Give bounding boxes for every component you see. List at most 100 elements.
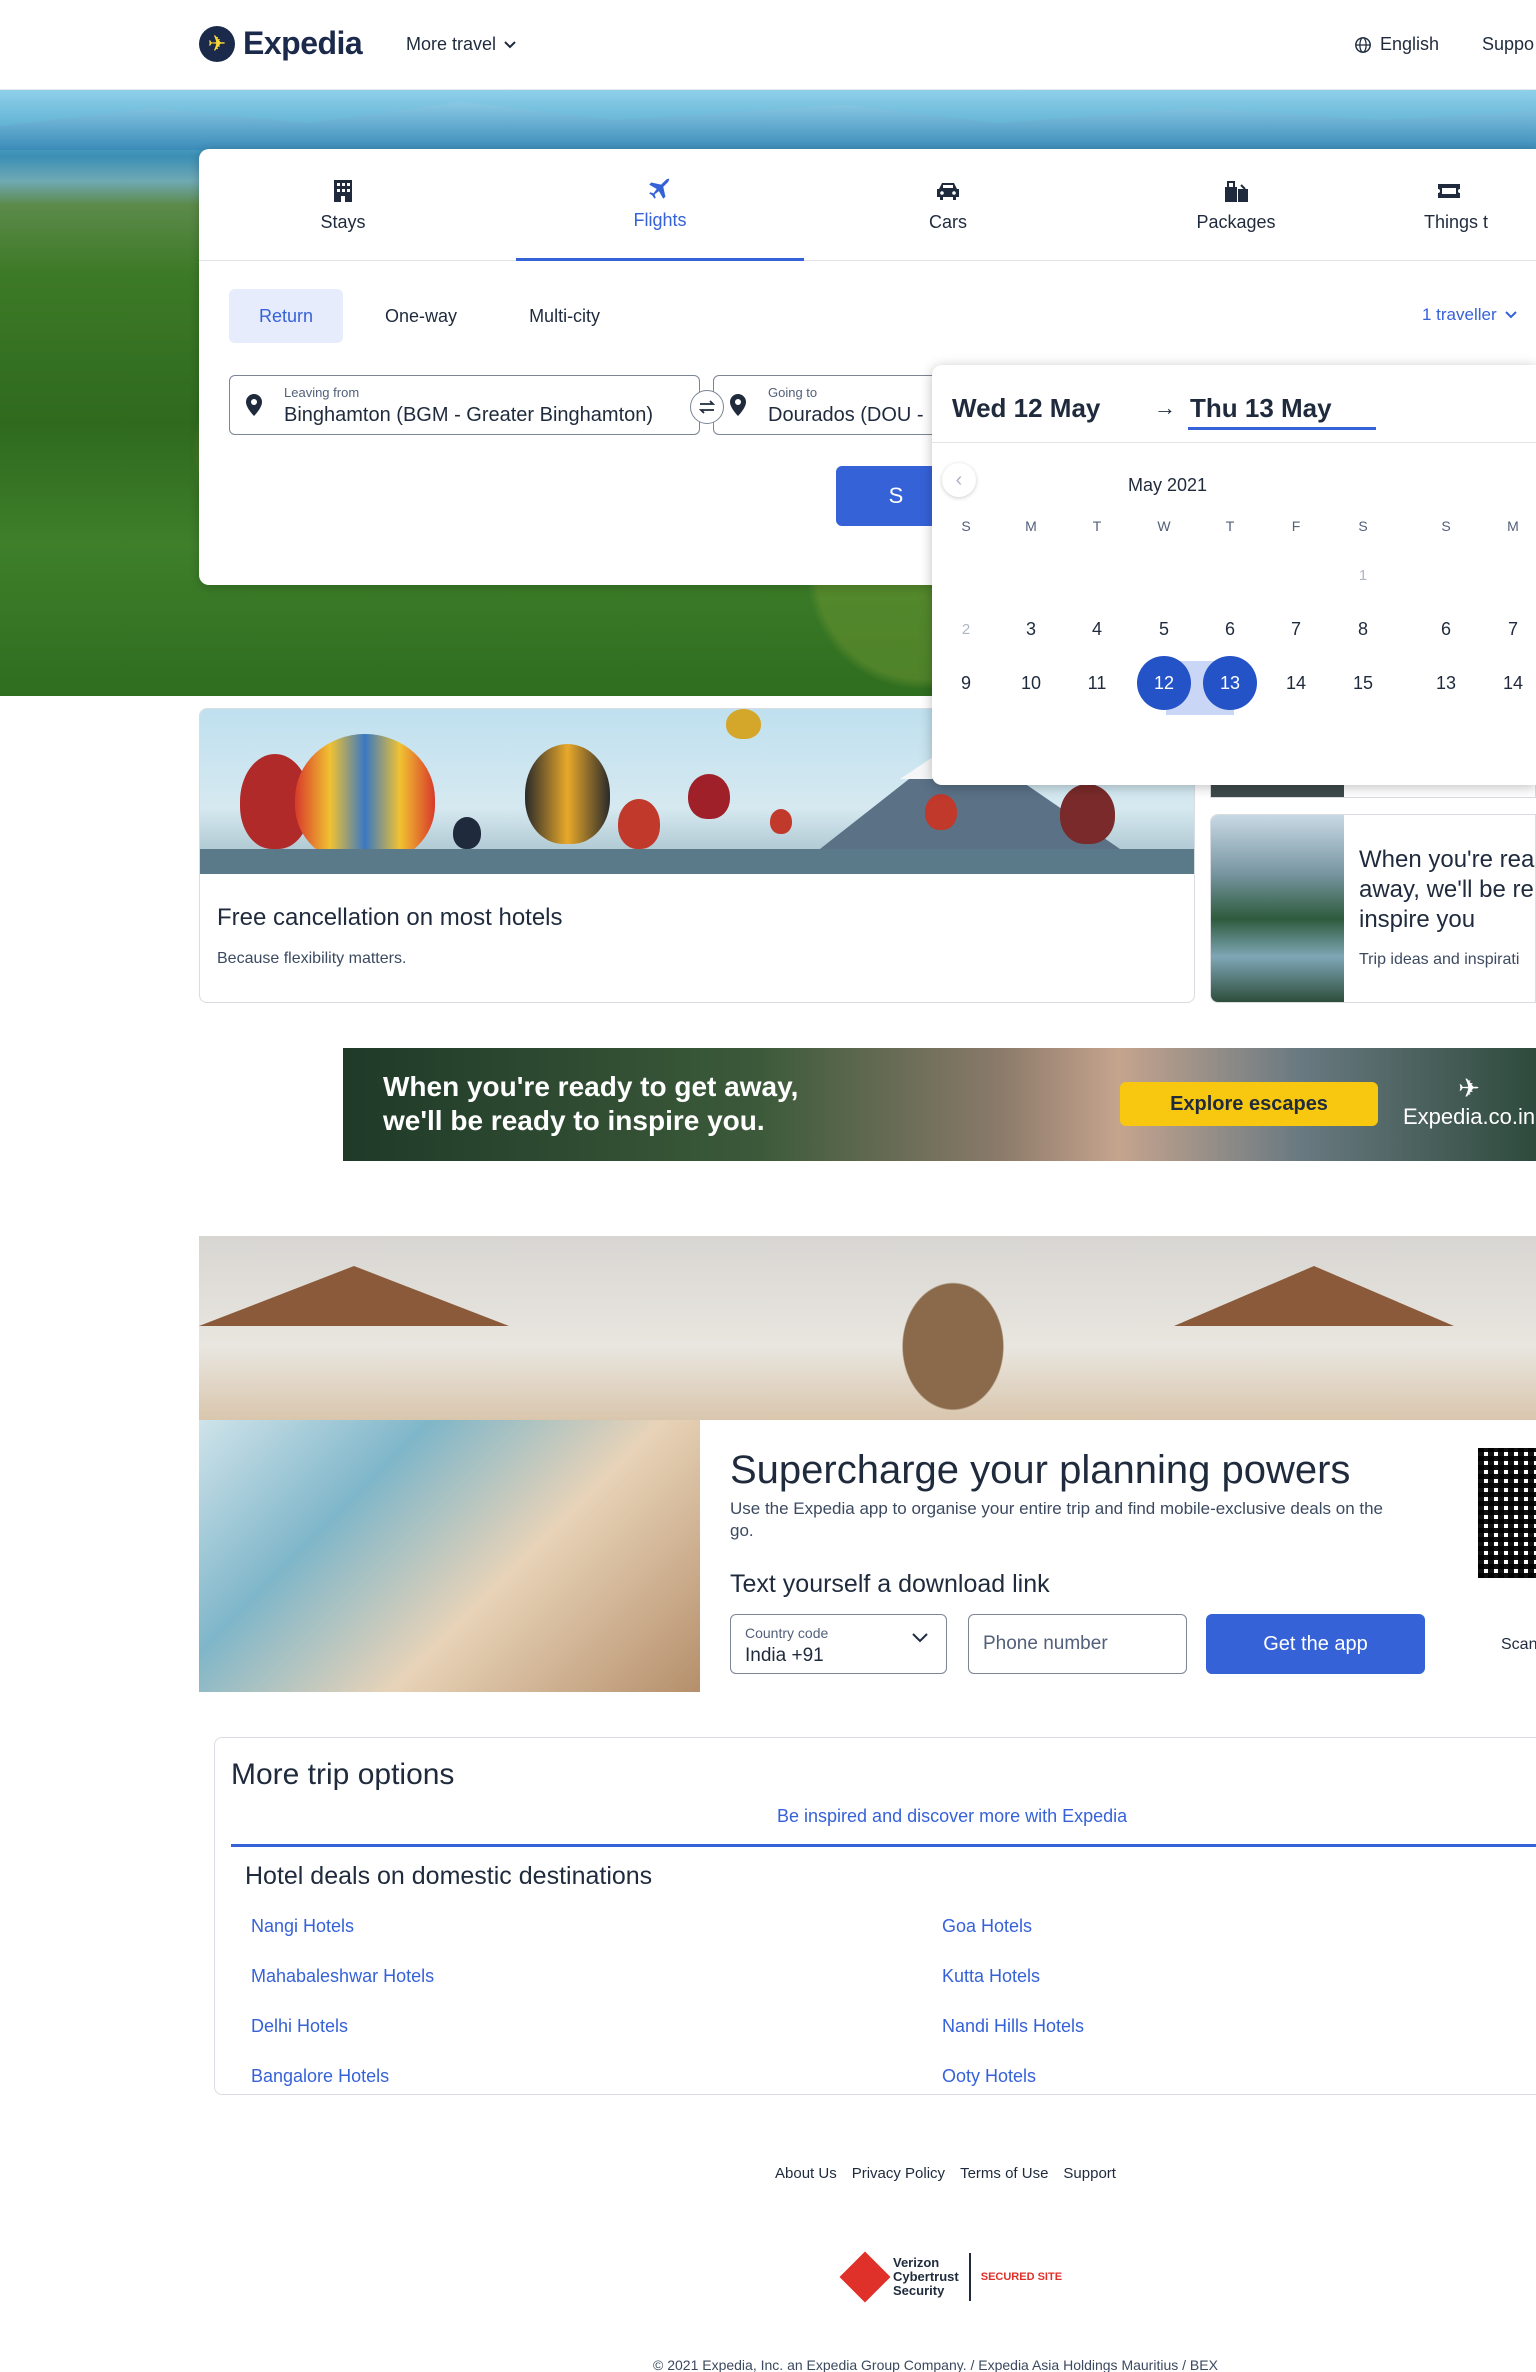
travel-type-tabs: Stays Flights Cars Packages Things t [199, 149, 1536, 261]
cybertrust-badge[interactable]: Verizon Cybertrust Security SECURED SITE [835, 2242, 1065, 2312]
hotel-link[interactable]: Bangalore Hotels [251, 2066, 389, 2087]
hotel-link[interactable]: Ooty Hotels [942, 2066, 1036, 2087]
calendar-day[interactable]: 6 [1419, 602, 1473, 656]
inspire-card-title: When you're rea away, we'll be re inspir… [1359, 845, 1535, 935]
inspire-card[interactable]: When you're rea away, we'll be re inspir… [1210, 814, 1536, 1003]
country-code-value: India +91 [745, 1645, 824, 1666]
footer-link-privacy[interactable]: Privacy Policy [852, 2165, 945, 2182]
scan-label: Scan [1501, 1636, 1536, 1653]
copyright-text: © 2021 Expedia, Inc. an Expedia Group Co… [653, 2357, 1218, 2372]
hotel-link[interactable]: Kutta Hotels [942, 1966, 1040, 1987]
banner-line-2: we'll be ready to inspire you. [383, 1105, 765, 1136]
weekday-header: M [1507, 518, 1519, 534]
footer-link-support[interactable]: Support [1063, 2165, 1116, 2182]
get-the-app-button[interactable]: Get the app [1206, 1614, 1425, 1674]
cybertrust-line-1: Verizon [893, 2255, 940, 2270]
more-travel-menu[interactable]: More travel [406, 34, 516, 55]
tab-flights[interactable]: Flights [516, 149, 804, 261]
hotel-link[interactable]: Goa Hotels [942, 1916, 1032, 1937]
inspire-title-line-2: away, we'll be re [1359, 876, 1534, 903]
hotel-link[interactable]: Nandi Hills Hotels [942, 2016, 1084, 2037]
travellers-selector[interactable]: 1 traveller [1422, 305, 1517, 325]
calendar-day[interactable]: 7 [1269, 602, 1323, 656]
banner-line-1: When you're ready to get away, [383, 1071, 799, 1102]
going-to-label: Going to [768, 385, 818, 400]
date-picker-popup: Wed 12 May → Thu 13 May ‹ May 2021 S M T W T… [932, 365, 1536, 785]
plane-logo-icon: ✈ [1458, 1073, 1480, 1103]
car-icon [935, 178, 961, 204]
tab-things-to-do[interactable]: Things t [1380, 149, 1536, 261]
footer-link-about[interactable]: About Us [775, 2165, 837, 2182]
trip-one-way-button[interactable]: One-way [355, 289, 487, 343]
banner-brand: ✈ Expedia.co.in [1403, 1073, 1535, 1130]
trip-multi-city-button[interactable]: Multi-city [499, 289, 630, 343]
country-code-label: Country code [745, 1625, 829, 1641]
calendar-day[interactable]: 12 [1137, 656, 1191, 710]
calendar-day[interactable]: 9 [939, 656, 993, 710]
weekday-header: M [1025, 518, 1037, 534]
expedia-logo[interactable]: ✈ Expedia [199, 25, 363, 62]
hotels-card-title: Free cancellation on most hotels [217, 904, 563, 931]
start-date[interactable]: Wed 12 May [952, 393, 1100, 424]
more-travel-label: More travel [406, 34, 497, 54]
language-selector[interactable]: English [1354, 34, 1439, 55]
calendar-day[interactable]: 14 [1269, 656, 1323, 710]
footer-link-terms[interactable]: Terms of Use [960, 2165, 1048, 2182]
month-title: May 2021 [1128, 475, 1208, 495]
calendar-day[interactable]: 6 [1203, 602, 1257, 656]
beach-image [199, 1236, 1536, 1420]
tab-cars[interactable]: Cars [804, 149, 1092, 261]
tab-be-inspired[interactable]: Be inspired and discover more with Exped… [777, 1806, 1127, 1827]
cybertrust-name: Verizon Cybertrust Security [893, 2256, 959, 2298]
explore-escapes-button[interactable]: Explore escapes [1120, 1082, 1378, 1126]
calendar-day[interactable]: 11 [1070, 656, 1124, 710]
arrow-right-icon: → [1154, 395, 1176, 420]
calendar-day[interactable]: 4 [1070, 602, 1124, 656]
calendar-day[interactable]: 15 [1336, 656, 1390, 710]
calendar-day[interactable]: 10 [1004, 656, 1058, 710]
calendar-day[interactable]: 14 [1486, 656, 1536, 710]
packages-icon [1223, 178, 1249, 204]
hotel-link[interactable]: Nangi Hotels [251, 1916, 354, 1937]
plane-icon [647, 176, 673, 202]
hotel-link[interactable]: Delhi Hotels [251, 2016, 348, 2037]
tab-packages[interactable]: Packages [1092, 149, 1380, 261]
tab-stays[interactable]: Stays [199, 149, 487, 261]
inspire-title-line-1: When you're rea [1359, 846, 1535, 873]
trip-type-selector: Return One-way Multi-city [229, 289, 630, 343]
calendar-day[interactable]: 8 [1336, 602, 1390, 656]
support-link[interactable]: Suppo [1482, 34, 1534, 55]
secured-site-label: SECURED SITE [980, 2271, 1063, 2283]
cybertrust-line-2: Cybertrust [893, 2269, 959, 2284]
weekday-header: W [1157, 518, 1171, 534]
weekday-header: S [961, 518, 971, 534]
hotels-card-subtitle: Because flexibility matters. [217, 950, 407, 967]
leaving-from-field[interactable]: Leaving from Binghamton (BGM - Greater B… [229, 375, 700, 435]
calendar-day[interactable]: 1 [1336, 548, 1390, 602]
end-date-underline [1188, 427, 1376, 430]
country-code-select[interactable]: Country code India +91 [730, 1614, 947, 1674]
going-to-field[interactable]: Going to Dourados (DOU - [713, 375, 953, 435]
calendar-day[interactable]: 2 [939, 602, 993, 656]
weekday-header: S [1441, 518, 1451, 534]
swap-locations-button[interactable] [690, 390, 724, 424]
tab-things-label: Things t [1424, 211, 1489, 232]
calendar-day[interactable]: 5 [1137, 602, 1191, 656]
previous-month-button[interactable]: ‹ [942, 463, 976, 497]
inspiration-banner[interactable]: When you're ready to get away, we'll be … [343, 1048, 1536, 1161]
phone-number-input[interactable]: Phone number [968, 1614, 1187, 1674]
tab-underline [231, 1844, 1536, 1847]
going-to-value: Dourados (DOU - [768, 404, 924, 426]
building-icon [330, 178, 356, 204]
hotel-link[interactable]: Mahabaleshwar Hotels [251, 1966, 434, 1987]
calendar-day[interactable]: 13 [1203, 656, 1257, 710]
calendar-day[interactable]: 3 [1004, 602, 1058, 656]
travellers-label: 1 traveller [1422, 305, 1497, 324]
end-date[interactable]: Thu 13 May [1190, 393, 1332, 424]
calendar-day[interactable]: 13 [1419, 656, 1473, 710]
ticket-icon [1436, 178, 1462, 204]
calendar-day[interactable]: 7 [1486, 602, 1536, 656]
promo-title: Supercharge your planning powers [730, 1448, 1351, 1492]
globe-icon [1355, 36, 1371, 53]
trip-return-button[interactable]: Return [229, 289, 344, 343]
